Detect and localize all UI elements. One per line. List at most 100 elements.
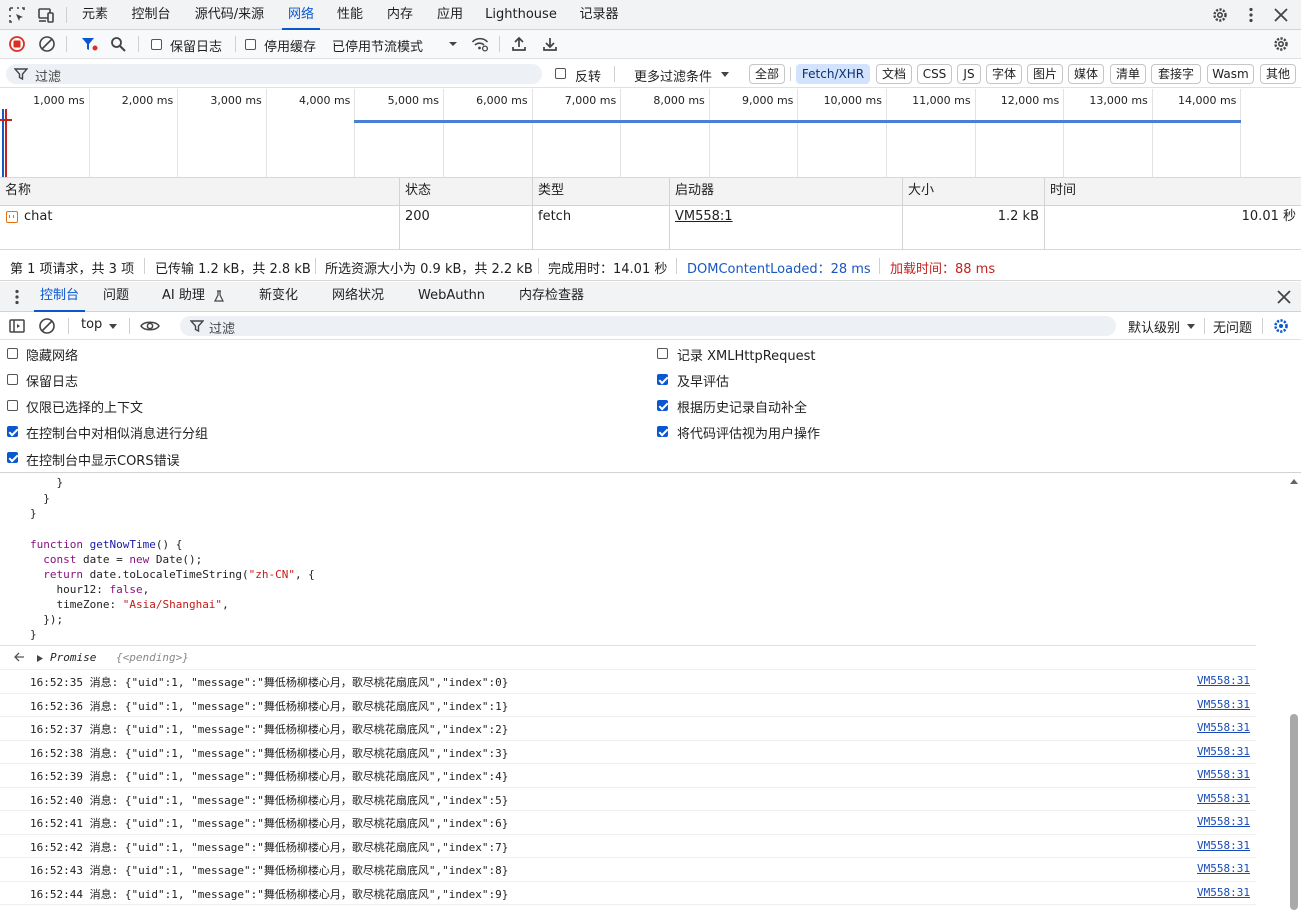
network-overview-timeline[interactable]: 1,000 ms 2,000 ms 3,000 ms 4,000 ms 5,000 ms… [0, 89, 1301, 178]
hide-network-checkbox[interactable] [7, 348, 18, 359]
drawer-tab-network-conditions[interactable]: 网络状况 [332, 282, 384, 312]
tab-elements[interactable]: 元素 [80, 0, 110, 30]
console-settings-gear-icon[interactable] [1272, 317, 1290, 335]
context-select[interactable]: top [81, 317, 102, 332]
scroll-up-icon[interactable] [1290, 478, 1298, 484]
filter-icon[interactable] [80, 35, 98, 53]
drawer-tab-ai-assistant[interactable]: AI 助理 [162, 282, 225, 312]
column-type[interactable]: 类型 [533, 178, 670, 206]
show-cors-errors-checkbox[interactable] [7, 452, 18, 463]
console-log-source-link[interactable]: VM558:31 [1197, 698, 1250, 711]
drawer-tab-whats-new[interactable]: 新变化 [259, 282, 298, 312]
column-name[interactable]: 名称 [0, 178, 400, 206]
chip-img[interactable]: 图片 [1027, 64, 1063, 84]
column-time[interactable]: 时间 [1045, 178, 1301, 206]
drawer-close-icon[interactable] [1275, 288, 1293, 306]
clear-icon[interactable] [38, 35, 56, 53]
console-log-row[interactable]: 16:52:35 消息: {"uid":1, "message":"舞低杨柳楼心… [0, 670, 1256, 694]
console-log-row[interactable]: 16:52:38 消息: {"uid":1, "message":"舞低杨柳楼心… [0, 741, 1256, 764]
more-vert-icon[interactable] [1242, 6, 1260, 24]
eye-icon[interactable] [140, 317, 160, 335]
console-log-row[interactable]: 16:52:42 消息: {"uid":1, "message":"舞低杨柳楼心… [0, 835, 1256, 858]
clear-console-icon[interactable] [38, 317, 56, 335]
tab-sources[interactable]: 源代码/来源 [191, 0, 268, 30]
filter-input-box[interactable]: 过滤 [6, 64, 542, 85]
user-gesture-checkbox[interactable] [657, 426, 668, 437]
invert-checkbox[interactable] [555, 68, 566, 79]
search-icon[interactable] [109, 35, 127, 53]
autocomplete-history-checkbox[interactable] [657, 400, 668, 411]
tab-lighthouse[interactable]: Lighthouse [484, 0, 558, 30]
console-log-row[interactable]: 16:52:44 消息: {"uid":1, "message":"舞低杨柳楼心… [0, 882, 1256, 905]
console-log-source-link[interactable]: VM558:31 [1197, 839, 1250, 852]
column-status[interactable]: 状态 [400, 178, 533, 206]
inspect-icon[interactable] [8, 6, 26, 24]
tab-memory[interactable]: 内存 [385, 0, 415, 30]
console-log-source-link[interactable]: VM558:31 [1197, 745, 1250, 758]
chip-media[interactable]: 媒体 [1068, 64, 1104, 84]
console-log-source-link[interactable]: VM558:31 [1197, 862, 1250, 875]
console-filter-input[interactable]: 过滤 [180, 316, 1116, 337]
chip-css[interactable]: CSS [917, 64, 952, 84]
console-log-row[interactable]: 16:52:43 消息: {"uid":1, "message":"舞低杨柳楼心… [0, 858, 1256, 882]
drawer-tab-issues[interactable]: 问题 [103, 282, 129, 312]
selected-context-checkbox[interactable] [7, 400, 18, 411]
chip-fetch-xhr[interactable]: Fetch/XHR [796, 64, 870, 84]
drawer-tab-memory-inspector[interactable]: 内存检查器 [519, 282, 584, 312]
console-log-row[interactable]: 16:52:37 消息: {"uid":1, "message":"舞低杨柳楼心… [0, 717, 1256, 741]
console-log-row[interactable]: 16:52:41 消息: {"uid":1, "message":"舞低杨柳楼心… [0, 811, 1256, 835]
console-log-row[interactable]: 16:52:36 消息: {"uid":1, "message":"舞低杨柳楼心… [0, 694, 1256, 717]
console-log-row[interactable]: 16:52:40 消息: {"uid":1, "message":"舞低杨柳楼心… [0, 788, 1256, 811]
preserve-log-checkbox[interactable] [151, 39, 162, 50]
tab-network[interactable]: 网络 [282, 0, 320, 30]
promise-result-row[interactable]: Promise {<pending>} [0, 646, 1256, 670]
console-scrollbar-thumb[interactable] [1290, 714, 1298, 910]
drawer-tab-console[interactable]: 控制台 [33, 282, 86, 312]
drawer-tab-webauthn[interactable]: WebAuthn [418, 282, 485, 312]
group-similar-checkbox[interactable] [7, 426, 18, 437]
caret-down-icon[interactable] [444, 35, 462, 53]
drawer-more-icon[interactable] [8, 288, 26, 306]
tab-performance[interactable]: 性能 [335, 0, 365, 30]
log-level-select[interactable]: 默认级别 [1128, 317, 1180, 336]
throttling-select[interactable]: 已停用节流模式 [332, 36, 423, 55]
close-icon[interactable] [1272, 6, 1290, 24]
chip-wasm[interactable]: Wasm [1207, 64, 1254, 84]
sidebar-icon[interactable] [8, 317, 26, 335]
upload-icon[interactable] [510, 35, 528, 53]
record-stop-icon[interactable] [8, 35, 26, 53]
chip-doc[interactable]: 文档 [876, 64, 912, 84]
console-log-source-link[interactable]: VM558:31 [1197, 674, 1250, 687]
tab-recorder[interactable]: 记录器 [577, 0, 621, 30]
console-log-source-link[interactable]: VM558:31 [1197, 886, 1250, 899]
issues-count[interactable]: 无问题 [1213, 317, 1252, 336]
gear-icon[interactable] [1211, 6, 1229, 24]
column-initiator[interactable]: 启动器 [670, 178, 903, 206]
preserve-log-console-checkbox[interactable] [7, 374, 18, 385]
eager-eval-checkbox[interactable] [657, 374, 668, 385]
network-settings-gear-icon[interactable] [1272, 35, 1290, 53]
chip-font[interactable]: 字体 [986, 64, 1022, 84]
disable-cache-checkbox[interactable] [245, 39, 256, 50]
console-log-source-link[interactable]: VM558:31 [1197, 768, 1250, 781]
console-log-source-link[interactable]: VM558:31 [1197, 792, 1250, 805]
request-name-cell[interactable]: chat [0, 206, 400, 228]
chip-other[interactable]: 其他 [1260, 64, 1296, 84]
download-icon[interactable] [541, 35, 559, 53]
wifi-settings-icon[interactable] [471, 35, 489, 53]
chip-all[interactable]: 全部 [749, 64, 785, 84]
tab-application[interactable]: 应用 [435, 0, 465, 30]
request-initiator-link[interactable]: VM558:1 [670, 206, 903, 228]
chip-socket[interactable]: 套接字 [1151, 64, 1201, 84]
chip-manifest[interactable]: 清单 [1110, 64, 1146, 84]
column-size[interactable]: 大小 [903, 178, 1045, 206]
log-xhr-checkbox[interactable] [657, 348, 668, 359]
more-filters-dropdown[interactable]: 更多过滤条件 [634, 66, 712, 85]
chip-js[interactable]: JS [957, 64, 981, 84]
console-log-row[interactable]: 16:52:39 消息: {"uid":1, "message":"舞低杨柳楼心… [0, 764, 1256, 788]
console-output[interactable]: } } } function getNowTime() { const date… [0, 473, 1301, 910]
expand-triangle-icon[interactable] [36, 654, 44, 663]
device-toggle-icon[interactable] [37, 6, 55, 24]
tab-console[interactable]: 控制台 [128, 0, 174, 30]
console-log-source-link[interactable]: VM558:31 [1197, 721, 1250, 734]
